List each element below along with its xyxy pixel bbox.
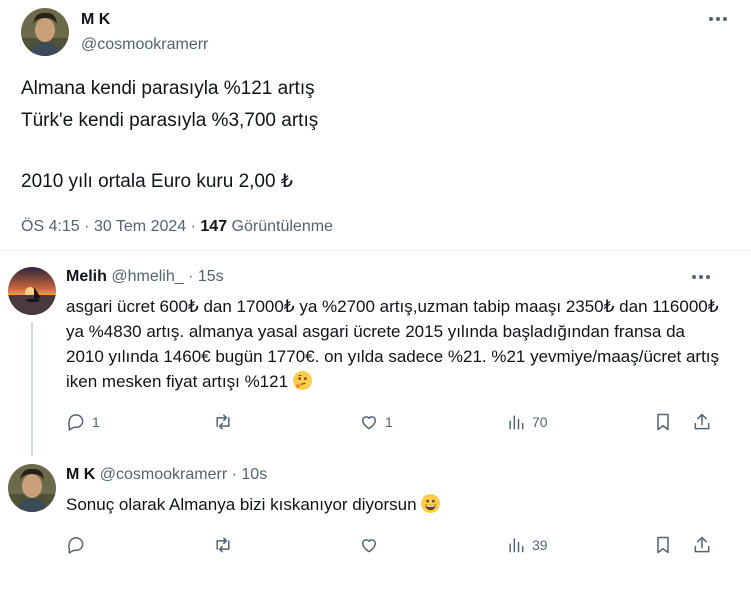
bookmark-button[interactable] [653, 535, 673, 555]
bookmark-button[interactable] [653, 412, 673, 432]
views-count: 39 [532, 537, 548, 553]
tweet-text-line: 2010 yılı ortala Euro kuru 2,00 ₺ [21, 171, 293, 192]
reply-author-name[interactable]: M K [66, 466, 95, 483]
avatar[interactable] [21, 8, 69, 56]
reply-author-handle[interactable]: @cosmookramerr [100, 466, 227, 483]
reply-author-name[interactable]: Melih [66, 268, 107, 285]
like-count: 1 [385, 414, 393, 430]
views-count: 70 [532, 414, 548, 430]
author-name[interactable]: M K [81, 11, 110, 29]
avatar[interactable] [8, 267, 56, 315]
repost-icon [216, 537, 230, 553]
reply-header: Melih @hmelih_ · 15s [66, 268, 224, 286]
share-button[interactable] [692, 535, 712, 555]
meta-separator: · [190, 218, 196, 235]
analytics-icon [509, 415, 524, 430]
author-handle[interactable]: @cosmookramerr [81, 36, 208, 54]
tweet-time[interactable]: ÖS 4:15 [21, 218, 80, 235]
bookmark-icon [657, 413, 669, 431]
views-button[interactable]: 70 [506, 412, 548, 432]
repost-button[interactable] [213, 535, 233, 555]
reply-button[interactable] [66, 535, 86, 555]
more-options-icon[interactable] [690, 273, 712, 281]
share-icon [694, 413, 710, 430]
comment-icon [68, 537, 84, 554]
tweet-date[interactable]: 30 Tem 2024 [94, 218, 186, 235]
thread-line [31, 322, 33, 456]
share-icon [694, 536, 710, 553]
reply-header: M K @cosmookramerr · 10s [66, 466, 267, 484]
reply-text-content: Sonuç olarak Almanya bizi kıskanıyor diy… [66, 495, 417, 514]
reply-time[interactable]: 15s [198, 268, 224, 285]
like-button[interactable] [359, 535, 379, 555]
reply-text-content: asgari ücret 600₺ dan 17000₺ ya %2700 ar… [66, 297, 720, 391]
avatar[interactable] [8, 464, 56, 512]
divider [0, 250, 751, 251]
heart-icon [362, 539, 376, 553]
meta-separator: · [84, 218, 90, 235]
repost-icon [216, 414, 230, 430]
analytics-icon [509, 538, 524, 553]
views-button[interactable]: 39 [506, 535, 548, 555]
reply-button[interactable]: 1 [66, 412, 100, 432]
reply-count: 1 [92, 414, 100, 430]
heart-icon [362, 416, 376, 430]
tweet-meta: ÖS 4:15 · 30 Tem 2024 · 147 Görüntülenme [21, 218, 333, 236]
tweet-text-line: Almana kendi parasıyla %121 artış [21, 78, 315, 99]
reply-time[interactable]: 10s [241, 466, 267, 483]
reply-text: asgari ücret 600₺ dan 17000₺ ya %2700 ar… [66, 294, 726, 394]
view-count: 147 [200, 218, 228, 235]
share-button[interactable] [692, 412, 712, 432]
view-count-label: Görüntülenme [231, 218, 333, 235]
reply-author-handle[interactable]: @hmelih_ [111, 268, 183, 285]
tweet-text-line: Türk'e kendi parasıyla %3,700 artış [21, 110, 319, 131]
meta-separator: · [231, 466, 237, 483]
bookmark-icon [657, 536, 669, 554]
grinning-face-icon [421, 494, 441, 513]
meta-separator: · [188, 268, 194, 285]
repost-button[interactable] [213, 412, 233, 432]
thinking-face-icon [292, 371, 312, 390]
more-options-icon[interactable] [707, 15, 729, 23]
comment-icon [68, 414, 84, 431]
reply-text: Sonuç olarak Almanya bizi kıskanıyor diy… [66, 492, 726, 517]
like-button[interactable]: 1 [359, 412, 393, 432]
